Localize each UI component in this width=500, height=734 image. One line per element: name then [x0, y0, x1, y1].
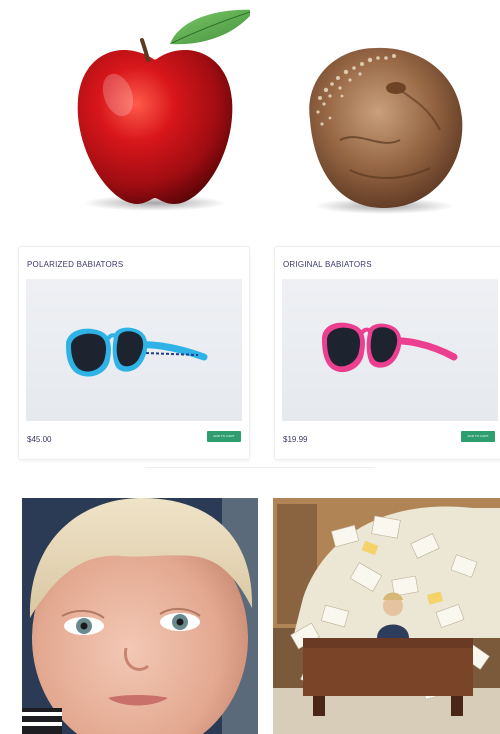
baby-face-photo: [22, 498, 258, 734]
product-price: $19.99: [283, 435, 308, 444]
product-image[interactable]: [26, 279, 242, 421]
sunglasses-illustration: [66, 327, 208, 377]
fresh-apple-image: [60, 0, 255, 230]
product-card-polarized[interactable]: POLARIZED BABIATORS $45.00 ADD TO CART: [18, 246, 250, 460]
section-divider: [145, 467, 375, 468]
add-to-cart-button[interactable]: ADD TO CART: [207, 431, 241, 442]
rotten-apple-illustration: [309, 47, 463, 214]
product-title[interactable]: POLARIZED BABIATORS: [27, 260, 123, 269]
product-price: $45.00: [27, 435, 52, 444]
rotten-apple-image: [280, 0, 480, 230]
add-to-cart-button[interactable]: ADD TO CART: [461, 431, 495, 442]
sunglasses-illustration: [322, 322, 458, 373]
paper-pile-office-illustration: [273, 498, 500, 734]
product-title[interactable]: ORIGINAL BABIATORS: [283, 260, 372, 269]
product-image[interactable]: [282, 279, 498, 421]
baby-face-illustration: [22, 498, 258, 734]
product-card-original[interactable]: ORIGINAL BABIATORS $19.99 ADD TO CART: [274, 246, 500, 460]
messy-office-photo: [273, 498, 500, 734]
fresh-apple-illustration: [77, 9, 255, 211]
